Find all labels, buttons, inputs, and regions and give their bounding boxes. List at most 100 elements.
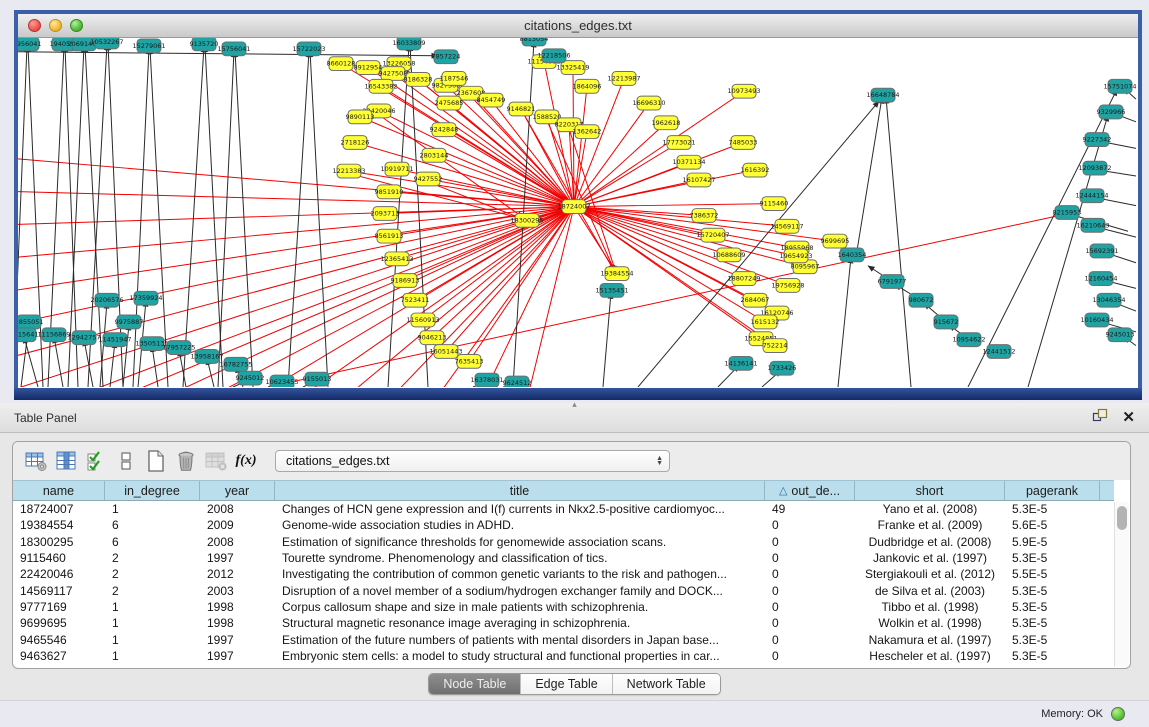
- table-cell[interactable]: 0: [765, 535, 855, 549]
- red-edge[interactable]: [574, 143, 743, 207]
- table-cell[interactable]: 0: [765, 616, 855, 630]
- graph-node[interactable]: 12218506: [537, 49, 570, 63]
- graph-node[interactable]: 7386372: [690, 209, 719, 223]
- table-cell[interactable]: 14569117: [13, 584, 105, 598]
- rows-icon[interactable]: [111, 447, 141, 475]
- graph-node[interactable]: 19756928: [771, 279, 804, 293]
- black-edge[interactable]: [838, 257, 851, 387]
- black-edge[interactable]: [235, 51, 253, 387]
- table-cell[interactable]: 9699695: [13, 616, 105, 630]
- graph-node[interactable]: 11451947: [98, 333, 131, 347]
- table-cell[interactable]: 6: [105, 535, 200, 549]
- table-cell[interactable]: 5.3E-5: [1005, 649, 1100, 663]
- graph-node[interactable]: 2684067: [741, 293, 770, 307]
- graph-node[interactable]: 980672: [909, 293, 934, 307]
- black-edge[interactable]: [152, 346, 158, 387]
- black-edge[interactable]: [603, 292, 611, 387]
- graph-node[interactable]: 7857224: [432, 50, 461, 64]
- graph-node[interactable]: 9245012: [236, 371, 265, 385]
- function-icon[interactable]: f(x): [231, 447, 261, 475]
- black-edge[interactable]: [288, 51, 309, 387]
- graph-node[interactable]: 1187546: [440, 72, 469, 86]
- black-edge[interactable]: [886, 97, 911, 387]
- graph-node[interactable]: 10371134: [672, 155, 705, 169]
- table-cell[interactable]: Disruption of a novel member of a sodium…: [275, 584, 765, 598]
- table-cell[interactable]: 1998: [200, 600, 275, 614]
- graph-node[interactable]: 1616392: [741, 163, 770, 177]
- red-edge[interactable]: [574, 204, 774, 207]
- red-edge[interactable]: [574, 143, 679, 207]
- graph-node[interactable]: 11560913: [406, 313, 439, 327]
- graph-node[interactable]: 10623455: [265, 375, 298, 387]
- memory-ok-indicator-icon[interactable]: [1111, 707, 1125, 721]
- black-edge[interactable]: [183, 46, 204, 387]
- table-cell[interactable]: 5.5E-5: [1005, 567, 1100, 581]
- table-cell[interactable]: 0: [765, 567, 855, 581]
- graph-node[interactable]: 14136141: [724, 356, 757, 370]
- table-cell[interactable]: Dudbridge et al. (2008): [855, 535, 1005, 549]
- table-cell[interactable]: Corpus callosum shape and size in male p…: [275, 600, 765, 614]
- graph-node[interactable]: 1733426: [768, 361, 797, 375]
- graph-node[interactable]: 7523411: [401, 293, 430, 307]
- graph-node[interactable]: 16648784: [866, 88, 899, 102]
- tab-node-table[interactable]: Node Table: [429, 674, 521, 694]
- table-row[interactable]: 969969511998Structural magnetic resonanc…: [13, 615, 1114, 631]
- table-cell[interactable]: Investigating the contribution of common…: [275, 567, 765, 581]
- table-cell[interactable]: 0: [765, 551, 855, 565]
- graph-node[interactable]: 9242848: [430, 123, 459, 137]
- table-cell[interactable]: 2008: [200, 502, 275, 516]
- table-cell[interactable]: 9115460: [13, 551, 105, 565]
- graph-node[interactable]: 10954622: [952, 333, 985, 347]
- table-row[interactable]: 977716911998Corpus callosum shape and si…: [13, 599, 1114, 615]
- graph-node[interactable]: 9046213: [418, 331, 447, 345]
- delete-table-icon[interactable]: [201, 447, 231, 475]
- graph-node[interactable]: 9155013: [303, 372, 332, 386]
- graph-node[interactable]: 7485033: [729, 136, 758, 150]
- table-mode-icon[interactable]: [21, 447, 51, 475]
- black-edge[interactable]: [310, 51, 328, 387]
- graph-node[interactable]: 15756041: [217, 42, 250, 56]
- table-cell[interactable]: 1998: [200, 616, 275, 630]
- table-cell[interactable]: 2: [105, 584, 200, 598]
- table-row[interactable]: 946554611997Estimation of the future num…: [13, 631, 1114, 647]
- close-icon[interactable]: ✕: [1122, 410, 1135, 425]
- checklist-icon[interactable]: [81, 447, 111, 475]
- graph-node[interactable]: 15751074: [1103, 79, 1136, 93]
- network-window-titlebar[interactable]: citations_edges.txt: [18, 14, 1138, 38]
- table-cell[interactable]: 5.6E-5: [1005, 518, 1100, 532]
- table-cell[interactable]: 1: [105, 633, 200, 647]
- graph-node[interactable]: 2718126: [341, 136, 370, 150]
- graph-node[interactable]: 16107427: [682, 173, 715, 187]
- table-cell[interactable]: 0: [765, 649, 855, 663]
- table-cell[interactable]: Structural magnetic resonance image aver…: [275, 616, 765, 630]
- graph-node[interactable]: 15279061: [132, 39, 165, 53]
- graph-node[interactable]: 1615132: [751, 315, 780, 329]
- table-cell[interactable]: 2009: [200, 518, 275, 532]
- table-cell[interactable]: Changes of HCN gene expression and I(f) …: [275, 502, 765, 516]
- table-cell[interactable]: Stergiakouli et al. (2012): [855, 567, 1005, 581]
- graph-node[interactable]: 9624512: [503, 376, 532, 387]
- graph-node[interactable]: 9115460: [760, 197, 789, 211]
- table-row[interactable]: 1938455462009Genome-wide association stu…: [13, 517, 1114, 533]
- graph-node[interactable]: 10973493: [727, 84, 760, 98]
- table-cell[interactable]: 2012: [200, 567, 275, 581]
- table-cell[interactable]: 1997: [200, 551, 275, 565]
- table-cell[interactable]: 1: [105, 600, 200, 614]
- tab-edge-table[interactable]: Edge Table: [521, 674, 612, 694]
- graph-node[interactable]: 12160454: [1084, 272, 1117, 286]
- graph-node[interactable]: 7635413: [455, 354, 484, 368]
- red-edge[interactable]: [18, 207, 574, 329]
- graph-node[interactable]: 10532267: [90, 38, 123, 49]
- graph-node[interactable]: 8215953: [1053, 206, 1082, 220]
- table-cell[interactable]: 1: [105, 502, 200, 516]
- table-cell[interactable]: 49: [765, 502, 855, 516]
- graph-node[interactable]: 1956041: [18, 38, 41, 51]
- graph-node[interactable]: 10919711: [380, 162, 413, 176]
- black-edge[interactable]: [133, 48, 149, 387]
- hub-node[interactable]: 18724007: [557, 200, 590, 214]
- table-cell[interactable]: 5.9E-5: [1005, 535, 1100, 549]
- graph-node[interactable]: 6791977: [878, 275, 907, 289]
- table-cell[interactable]: Genome-wide association studies in ADHD.: [275, 518, 765, 532]
- graph-node[interactable]: 9427552: [414, 172, 443, 186]
- table-cell[interactable]: 0: [765, 584, 855, 598]
